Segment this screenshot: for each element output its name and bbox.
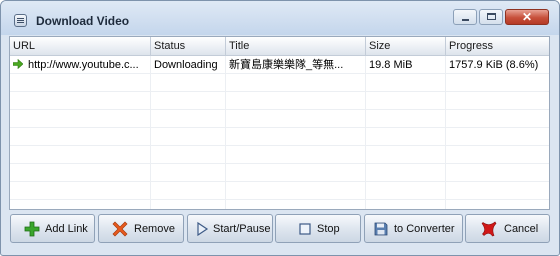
column-header-title[interactable]: Title — [226, 37, 366, 55]
row-url: http://www.youtube.c... — [28, 59, 139, 71]
empty-row — [10, 128, 549, 146]
start-pause-button[interactable]: Start/Pause — [187, 214, 273, 243]
column-header-status[interactable]: Status — [151, 37, 226, 55]
empty-row — [10, 110, 549, 128]
row-size: 19.8 MiB — [366, 56, 446, 74]
cancel-x-icon — [481, 221, 497, 237]
column-divider — [225, 74, 226, 209]
app-menu-icon[interactable] — [14, 14, 27, 27]
maximize-button[interactable] — [479, 9, 503, 25]
column-header-url[interactable]: URL — [10, 37, 151, 55]
column-header-progress[interactable]: Progress — [446, 37, 549, 55]
close-icon: ✕ — [521, 10, 533, 24]
empty-row — [10, 146, 549, 164]
download-list[interactable]: URL Status Title Size Progress http://ww… — [9, 36, 550, 210]
minimize-icon — [462, 19, 469, 21]
arrow-right-icon — [13, 59, 23, 69]
plus-icon — [24, 221, 40, 237]
add-link-label: Add Link — [45, 223, 88, 235]
column-header-size[interactable]: Size — [366, 37, 446, 55]
start-pause-label: Start/Pause — [213, 223, 271, 235]
play-icon — [197, 221, 209, 237]
to-converter-label: to Converter — [394, 223, 455, 235]
remove-x-icon — [112, 221, 128, 237]
download-video-window: Download Video ✕ URL Status Title Size P… — [0, 0, 560, 256]
empty-row — [10, 164, 549, 182]
stop-button[interactable]: Stop — [275, 214, 361, 243]
column-divider — [365, 74, 366, 209]
add-link-button[interactable]: Add Link — [10, 214, 95, 243]
row-title: 新寶島康樂樂隊_等無... — [226, 56, 366, 74]
empty-row — [10, 74, 549, 92]
to-converter-button[interactable]: to Converter — [364, 214, 463, 243]
button-bar: Add Link Remove Start/Pause Stop to Conv… — [9, 214, 551, 244]
remove-label: Remove — [134, 223, 175, 235]
cancel-button[interactable]: Cancel — [465, 214, 550, 243]
row-progress: 1757.9 KiB (8.6%) — [449, 59, 539, 71]
minimize-button[interactable] — [453, 9, 477, 25]
column-divider — [150, 74, 151, 209]
stop-label: Stop — [317, 223, 340, 235]
empty-row — [10, 182, 549, 200]
empty-row — [10, 92, 549, 110]
cancel-label: Cancel — [504, 223, 539, 235]
save-disk-icon — [374, 222, 388, 236]
remove-button[interactable]: Remove — [98, 214, 184, 243]
list-header: URL Status Title Size Progress — [10, 37, 549, 56]
row-status: Downloading — [151, 56, 226, 74]
column-divider — [445, 74, 446, 209]
stop-icon — [299, 223, 311, 235]
window-title: Download Video — [36, 14, 130, 28]
table-row[interactable]: http://www.youtube.c... Downloading 新寶島康… — [10, 56, 549, 74]
maximize-icon — [487, 13, 496, 20]
url-cell: http://www.youtube.c... — [10, 56, 151, 74]
close-button[interactable]: ✕ — [505, 9, 549, 25]
title-bar[interactable]: Download Video ✕ — [1, 1, 559, 35]
